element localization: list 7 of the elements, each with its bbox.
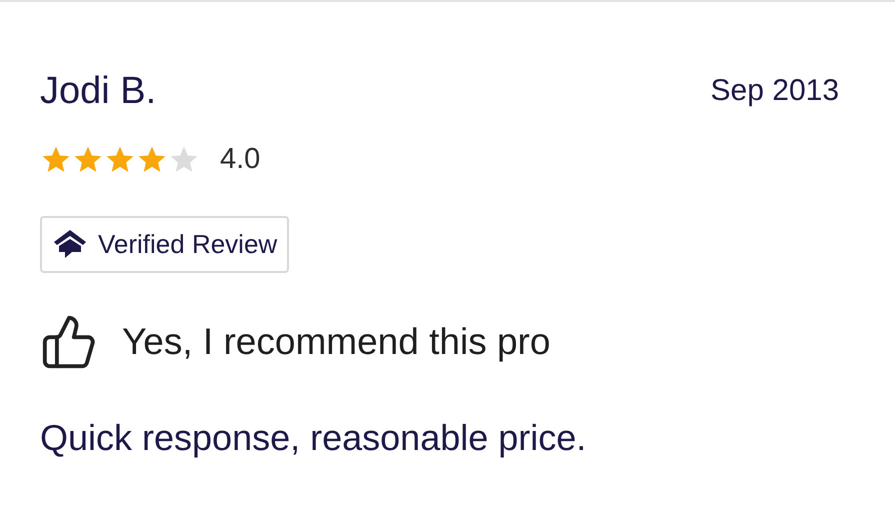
rating-value: 4.0 bbox=[220, 142, 260, 177]
review-text: Quick response, reasonable price. bbox=[40, 416, 588, 460]
recommendation-text: Yes, I recommend this pro bbox=[122, 320, 550, 364]
reviewer-name: Jodi B. bbox=[40, 72, 156, 110]
badge-label: Verified Review bbox=[98, 228, 278, 260]
house-icon bbox=[52, 228, 88, 260]
review-date: Sep 2013 bbox=[710, 76, 839, 106]
